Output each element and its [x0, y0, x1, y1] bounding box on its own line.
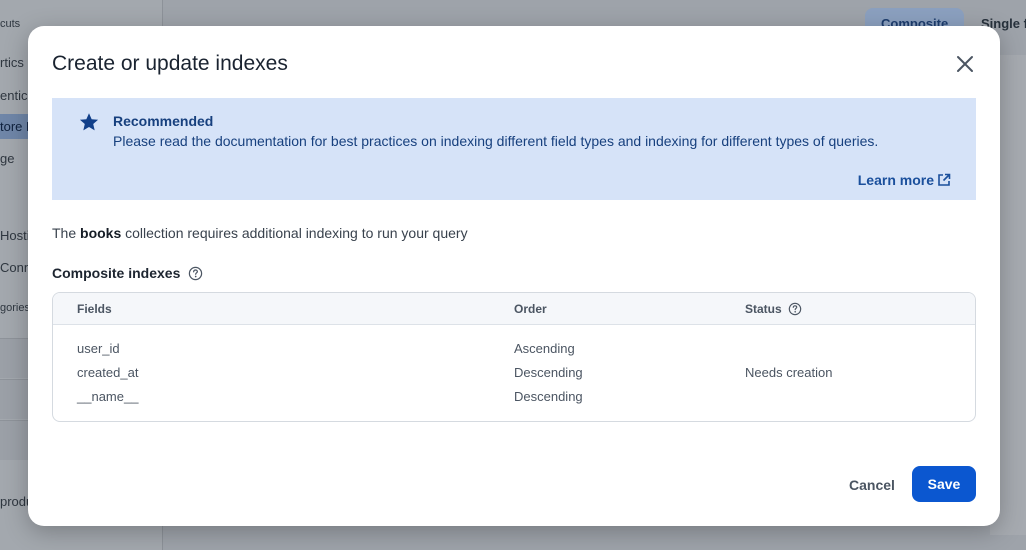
recommended-banner: Recommended Please read the documentatio… — [52, 98, 976, 200]
table-cell-field: __name__ — [77, 389, 139, 404]
table-header: Fields Order Status — [53, 293, 975, 325]
column-header-label: Status — [745, 302, 782, 316]
table-cell-field: created_at — [77, 365, 139, 380]
banner-text: Please read the documentation for best p… — [113, 133, 879, 149]
table-cell-field: user_id — [77, 341, 120, 356]
bg-sidebar-item: ge — [0, 151, 15, 166]
learn-more-label: Learn more — [857, 172, 934, 188]
bg-sidebar-item: gories — [0, 302, 30, 314]
table-cell-order: Descending — [514, 389, 583, 404]
dialog-title: Create or update indexes — [52, 52, 288, 75]
section-label: Composite indexes — [52, 265, 181, 281]
table-cell-order: Descending — [514, 365, 583, 380]
cancel-button[interactable]: Cancel — [832, 468, 912, 502]
star-icon — [78, 111, 100, 138]
help-icon[interactable] — [788, 302, 802, 316]
description-prefix: The — [52, 225, 81, 241]
composite-indexes-heading: Composite indexes — [52, 265, 203, 281]
close-icon — [957, 56, 973, 72]
column-header-label: Order — [514, 302, 547, 316]
learn-more-link[interactable]: Learn more — [858, 172, 951, 188]
table-cell-status: Needs creation — [745, 365, 833, 380]
bg-sidebar-item: rtics — [0, 55, 24, 70]
table-cell-order: Ascending — [514, 341, 575, 356]
bg-sidebar-item: cuts — [0, 18, 21, 30]
close-button[interactable] — [950, 49, 980, 79]
column-header-fields: Fields — [77, 302, 112, 316]
collection-name: books — [80, 225, 122, 241]
index-dialog: Create or update indexes Recommended Ple… — [28, 26, 1000, 526]
column-header-label: Fields — [77, 302, 112, 316]
banner-title: Recommended — [113, 113, 214, 129]
collection-description: The books collection requires additional… — [52, 225, 468, 241]
help-icon[interactable] — [188, 266, 203, 281]
bg-sidebar-item: Hosti — [0, 228, 30, 243]
save-button[interactable]: Save — [912, 466, 976, 502]
bg-sidebar-item: Conn — [0, 260, 32, 275]
indexes-table: Fields Order Status user_id Ascending cr… — [52, 292, 976, 422]
description-suffix: collection requires additional indexing … — [121, 225, 468, 241]
column-header-order: Order — [514, 302, 547, 316]
open-in-new-icon — [938, 173, 951, 186]
column-header-status: Status — [745, 302, 802, 316]
